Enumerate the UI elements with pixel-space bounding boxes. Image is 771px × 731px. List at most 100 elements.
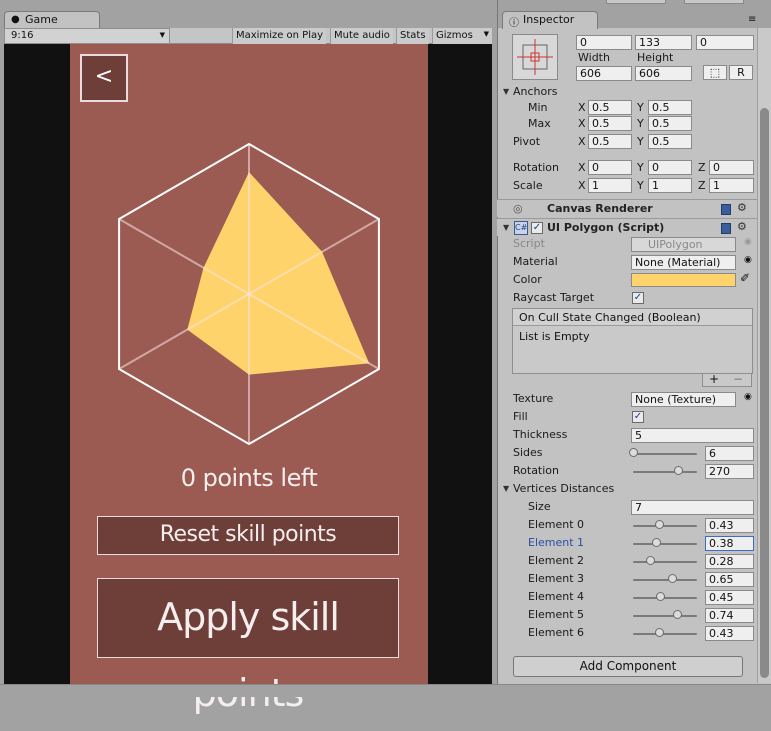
gizmos-dropdown[interactable]: Gizmos ▼: [432, 28, 492, 44]
element-value-field[interactable]: 0.45: [705, 590, 754, 605]
pos-y-field[interactable]: 133: [635, 35, 692, 50]
panel-menu-icon[interactable]: ≡: [748, 14, 756, 25]
gear-icon[interactable]: ⚙: [737, 220, 747, 233]
anchor-max-x-field[interactable]: 0.5: [588, 116, 632, 131]
gear-icon[interactable]: ⚙: [737, 201, 747, 214]
back-button[interactable]: <: [80, 54, 128, 102]
axis-x-label: X: [578, 161, 586, 174]
object-picker-icon[interactable]: ◉: [744, 255, 752, 265]
element-slider-track[interactable]: [633, 525, 697, 527]
anchor-min-y-field[interactable]: 0.5: [648, 100, 692, 115]
thickness-field[interactable]: 5: [631, 428, 754, 443]
raw-edit-button[interactable]: R: [729, 65, 753, 80]
scrollbar-thumb[interactable]: [760, 108, 769, 678]
element-value-field[interactable]: 0.65: [705, 572, 754, 587]
ui-polygon-title: UI Polygon (Script): [547, 221, 665, 234]
raycast-target-label: Raycast Target: [513, 291, 595, 304]
game-viewport: < 0 points left Reset skill points Apply…: [4, 44, 492, 715]
anchor-min-x-field[interactable]: 0.5: [588, 100, 632, 115]
maximize-on-play-button[interactable]: Maximize on Play: [232, 28, 327, 44]
foldout-arrow-icon[interactable]: ▼: [503, 87, 509, 96]
help-book-icon[interactable]: [721, 204, 731, 215]
element-value-field[interactable]: 0.74: [705, 608, 754, 623]
scale-z-field[interactable]: 1: [709, 178, 754, 193]
sides-slider-track[interactable]: [633, 453, 697, 455]
canvas-renderer-title: Canvas Renderer: [547, 202, 653, 215]
object-picker-icon[interactable]: ◉: [744, 392, 752, 402]
element-slider-track[interactable]: [633, 615, 697, 617]
axis-y-label: Y: [637, 135, 644, 148]
size-field[interactable]: 7: [631, 500, 754, 515]
element-value-field[interactable]: 0.43: [705, 518, 754, 533]
anchor-max-y-field[interactable]: 0.5: [648, 116, 692, 131]
script-icon: C#: [514, 221, 528, 235]
fill-checkbox[interactable]: ✓: [632, 411, 644, 423]
scale-x-field[interactable]: 1: [588, 178, 632, 193]
blueprint-mode-button[interactable]: ⬚: [703, 65, 727, 80]
element-slider-track[interactable]: [633, 579, 697, 581]
element-slider-knob[interactable]: [668, 574, 677, 583]
element-label: Element 0: [528, 518, 585, 531]
width-field[interactable]: 606: [576, 66, 632, 81]
foldout-arrow-icon[interactable]: ▼: [503, 223, 509, 232]
element-slider-track[interactable]: [633, 561, 697, 563]
add-event-button[interactable]: +: [709, 372, 719, 386]
eyedropper-icon[interactable]: ✐: [740, 271, 750, 285]
element-slider-knob[interactable]: [656, 592, 665, 601]
color-swatch[interactable]: [631, 273, 736, 287]
foldout-arrow-icon[interactable]: ▼: [503, 484, 509, 493]
help-book-icon[interactable]: [721, 223, 731, 234]
element-value-field[interactable]: 0.38: [705, 536, 754, 551]
pos-z-field[interactable]: 0: [696, 35, 754, 50]
aspect-value: 9:16: [11, 30, 34, 41]
rotation-y-field[interactable]: 0: [648, 160, 692, 175]
pos-x-field[interactable]: 0: [576, 35, 632, 50]
sides-field[interactable]: 6: [705, 446, 754, 461]
rotation-z-field[interactable]: 0: [709, 160, 754, 175]
anchor-presets-button[interactable]: [512, 34, 558, 80]
remove-event-button[interactable]: −: [733, 372, 743, 386]
element-slider-knob[interactable]: [645, 556, 655, 565]
element-slider-knob[interactable]: [651, 538, 661, 547]
component-enabled-checkbox[interactable]: ✓: [531, 222, 543, 234]
toolbar-button[interactable]: [684, 0, 744, 4]
reset-skill-points-button[interactable]: Reset skill points: [97, 516, 399, 555]
mute-audio-button[interactable]: Mute audio: [330, 28, 393, 44]
scale-y-field[interactable]: 1: [648, 178, 692, 193]
axis-x-label: X: [578, 101, 586, 114]
material-field[interactable]: None (Material): [631, 255, 736, 270]
size-label: Size: [528, 500, 551, 513]
info-icon: ⓘ: [509, 18, 519, 29]
rotation-slider-knob[interactable]: [674, 466, 683, 475]
element-slider-track[interactable]: [633, 633, 697, 635]
pivot-y-field[interactable]: 0.5: [648, 134, 692, 149]
texture-field[interactable]: None (Texture): [631, 392, 736, 407]
element-slider-track[interactable]: [633, 543, 697, 545]
aspect-dropdown[interactable]: 9:16 ▼: [4, 28, 170, 44]
pivot-x-field[interactable]: 0.5: [588, 134, 632, 149]
poly-rotation-field[interactable]: 270: [705, 464, 754, 479]
element-value-field[interactable]: 0.28: [705, 554, 754, 569]
axis-y-label: Y: [637, 101, 644, 114]
tab-inspector[interactable]: ⓘ Inspector: [502, 11, 598, 29]
apply-skill-points-button[interactable]: Apply skill points: [97, 578, 399, 715]
tab-game-label: Game: [25, 13, 58, 26]
raycast-target-checkbox[interactable]: ✓: [632, 292, 644, 304]
add-component-button[interactable]: Add Component: [513, 656, 743, 677]
ui-polygon-header[interactable]: ▼ C# ✓ UI Polygon (Script) ⚙: [497, 218, 757, 236]
canvas-renderer-header[interactable]: ◎ Canvas Renderer ⚙: [497, 199, 757, 217]
stats-button[interactable]: Stats: [396, 28, 429, 44]
rotation-slider-track[interactable]: [633, 471, 697, 473]
height-field[interactable]: 606: [635, 66, 692, 81]
inspector-scrollbar[interactable]: [757, 28, 771, 683]
element-slider-track[interactable]: [633, 597, 697, 599]
element-slider-knob[interactable]: [654, 628, 664, 637]
script-label: Script: [513, 237, 545, 250]
tab-game[interactable]: ● Game: [4, 11, 100, 29]
element-label: Element 6: [528, 626, 585, 639]
toolbar-button[interactable]: [606, 0, 666, 4]
rotation-x-field[interactable]: 0: [588, 160, 632, 175]
sides-slider-knob[interactable]: [629, 448, 638, 457]
element-value-field[interactable]: 0.43: [705, 626, 754, 641]
element-slider-knob[interactable]: [654, 520, 664, 529]
